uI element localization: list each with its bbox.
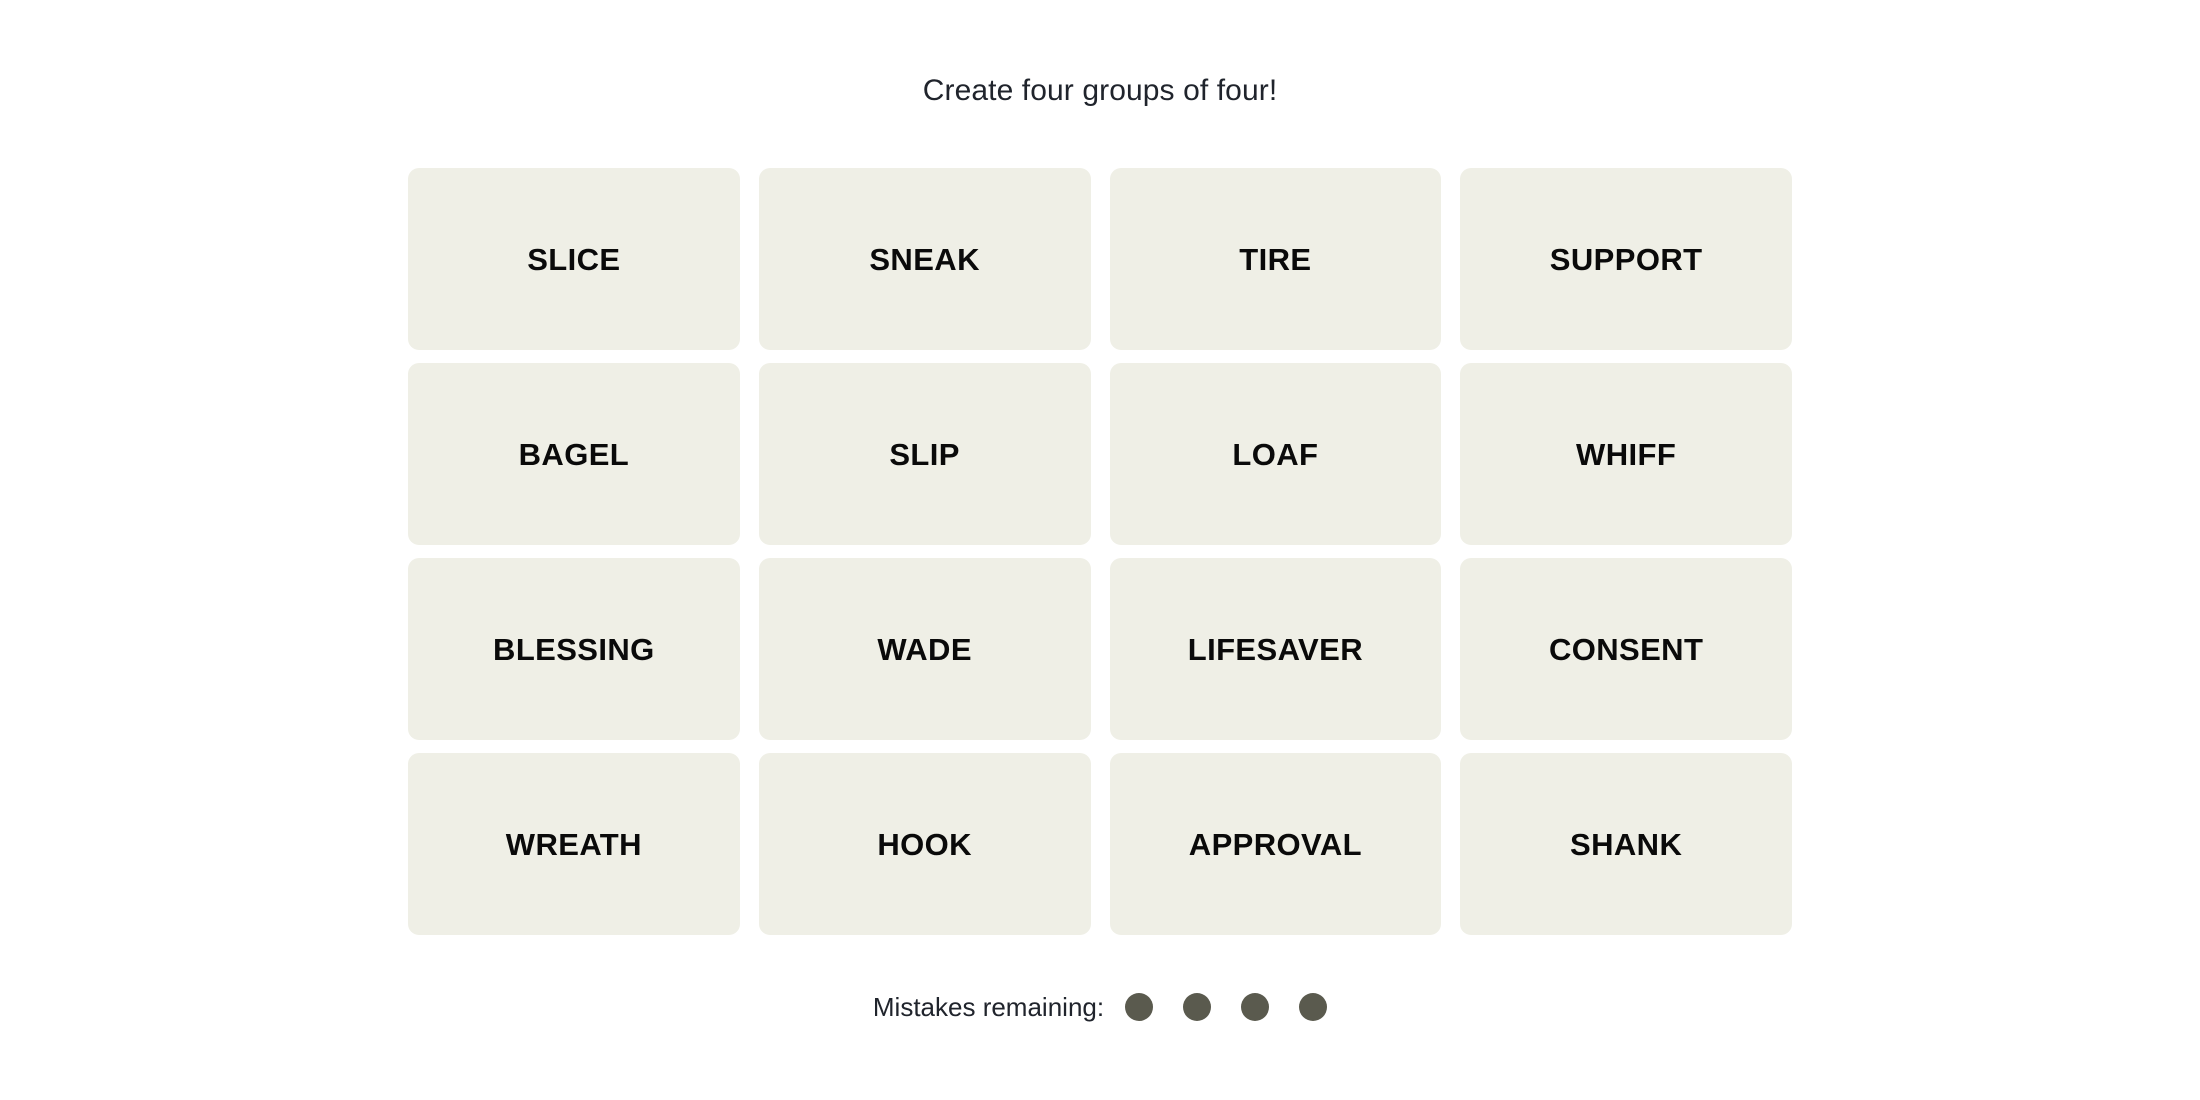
word-tile-label: HOOK <box>877 826 972 862</box>
mistake-dot-icon <box>1183 993 1212 1021</box>
word-tile[interactable]: BLESSING <box>408 558 740 740</box>
word-tile[interactable]: SHANK <box>1460 753 1792 935</box>
word-tile-label: LOAF <box>1232 436 1319 472</box>
word-tile[interactable]: LOAF <box>1109 363 1442 545</box>
word-tile-label: WHIFF <box>1576 436 1677 472</box>
word-tile-label: SUPPORT <box>1549 241 1703 277</box>
word-tile[interactable]: SLICE <box>408 168 740 350</box>
word-tile-label: SLICE <box>527 241 621 277</box>
word-tile[interactable]: WADE <box>758 558 1091 740</box>
word-tile-label: WREATH <box>505 826 642 862</box>
word-tile-label: WADE <box>877 631 972 667</box>
word-tile[interactable]: CONSENT <box>1460 558 1792 740</box>
mistake-dots <box>1125 993 1328 1021</box>
word-tile[interactable]: WHIFF <box>1460 363 1792 545</box>
word-tile[interactable]: SLIP <box>758 363 1091 545</box>
mistakes-remaining-label: Mistakes remaining: <box>872 992 1105 1022</box>
mistake-dot-icon <box>1125 993 1154 1021</box>
mistake-dot-icon <box>1241 993 1270 1021</box>
word-grid: SLICE SNEAK TIRE SUPPORT BAGEL SLIP LOAF… <box>408 168 1792 935</box>
word-tile[interactable]: SUPPORT <box>1460 168 1792 350</box>
word-tile[interactable]: SNEAK <box>758 168 1091 350</box>
mistakes-remaining-bar: Mistakes remaining: <box>0 992 2200 1022</box>
word-tile[interactable]: TIRE <box>1109 168 1442 350</box>
connections-game-page: Create four groups of four! SLICE SNEAK … <box>0 0 2200 1100</box>
word-tile-label: APPROVAL <box>1188 826 1362 862</box>
word-tile-label: SLIP <box>889 436 960 472</box>
word-tile-label: CONSENT <box>1548 631 1704 667</box>
word-tile[interactable]: WREATH <box>408 753 740 935</box>
word-tile-label: BLESSING <box>493 631 655 667</box>
word-tile-label: SNEAK <box>869 241 980 277</box>
mistake-dot-icon <box>1299 993 1328 1021</box>
word-tile-label: LIFESAVER <box>1187 631 1363 667</box>
word-tile[interactable]: LIFESAVER <box>1109 558 1442 740</box>
word-tile[interactable]: BAGEL <box>408 363 740 545</box>
word-tile-label: SHANK <box>1570 826 1683 862</box>
instruction-text: Create four groups of four! <box>922 74 1278 107</box>
word-tile[interactable]: APPROVAL <box>1109 753 1442 935</box>
word-tile[interactable]: HOOK <box>758 753 1091 935</box>
word-tile-label: TIRE <box>1239 241 1312 277</box>
word-tile-label: BAGEL <box>518 436 630 472</box>
